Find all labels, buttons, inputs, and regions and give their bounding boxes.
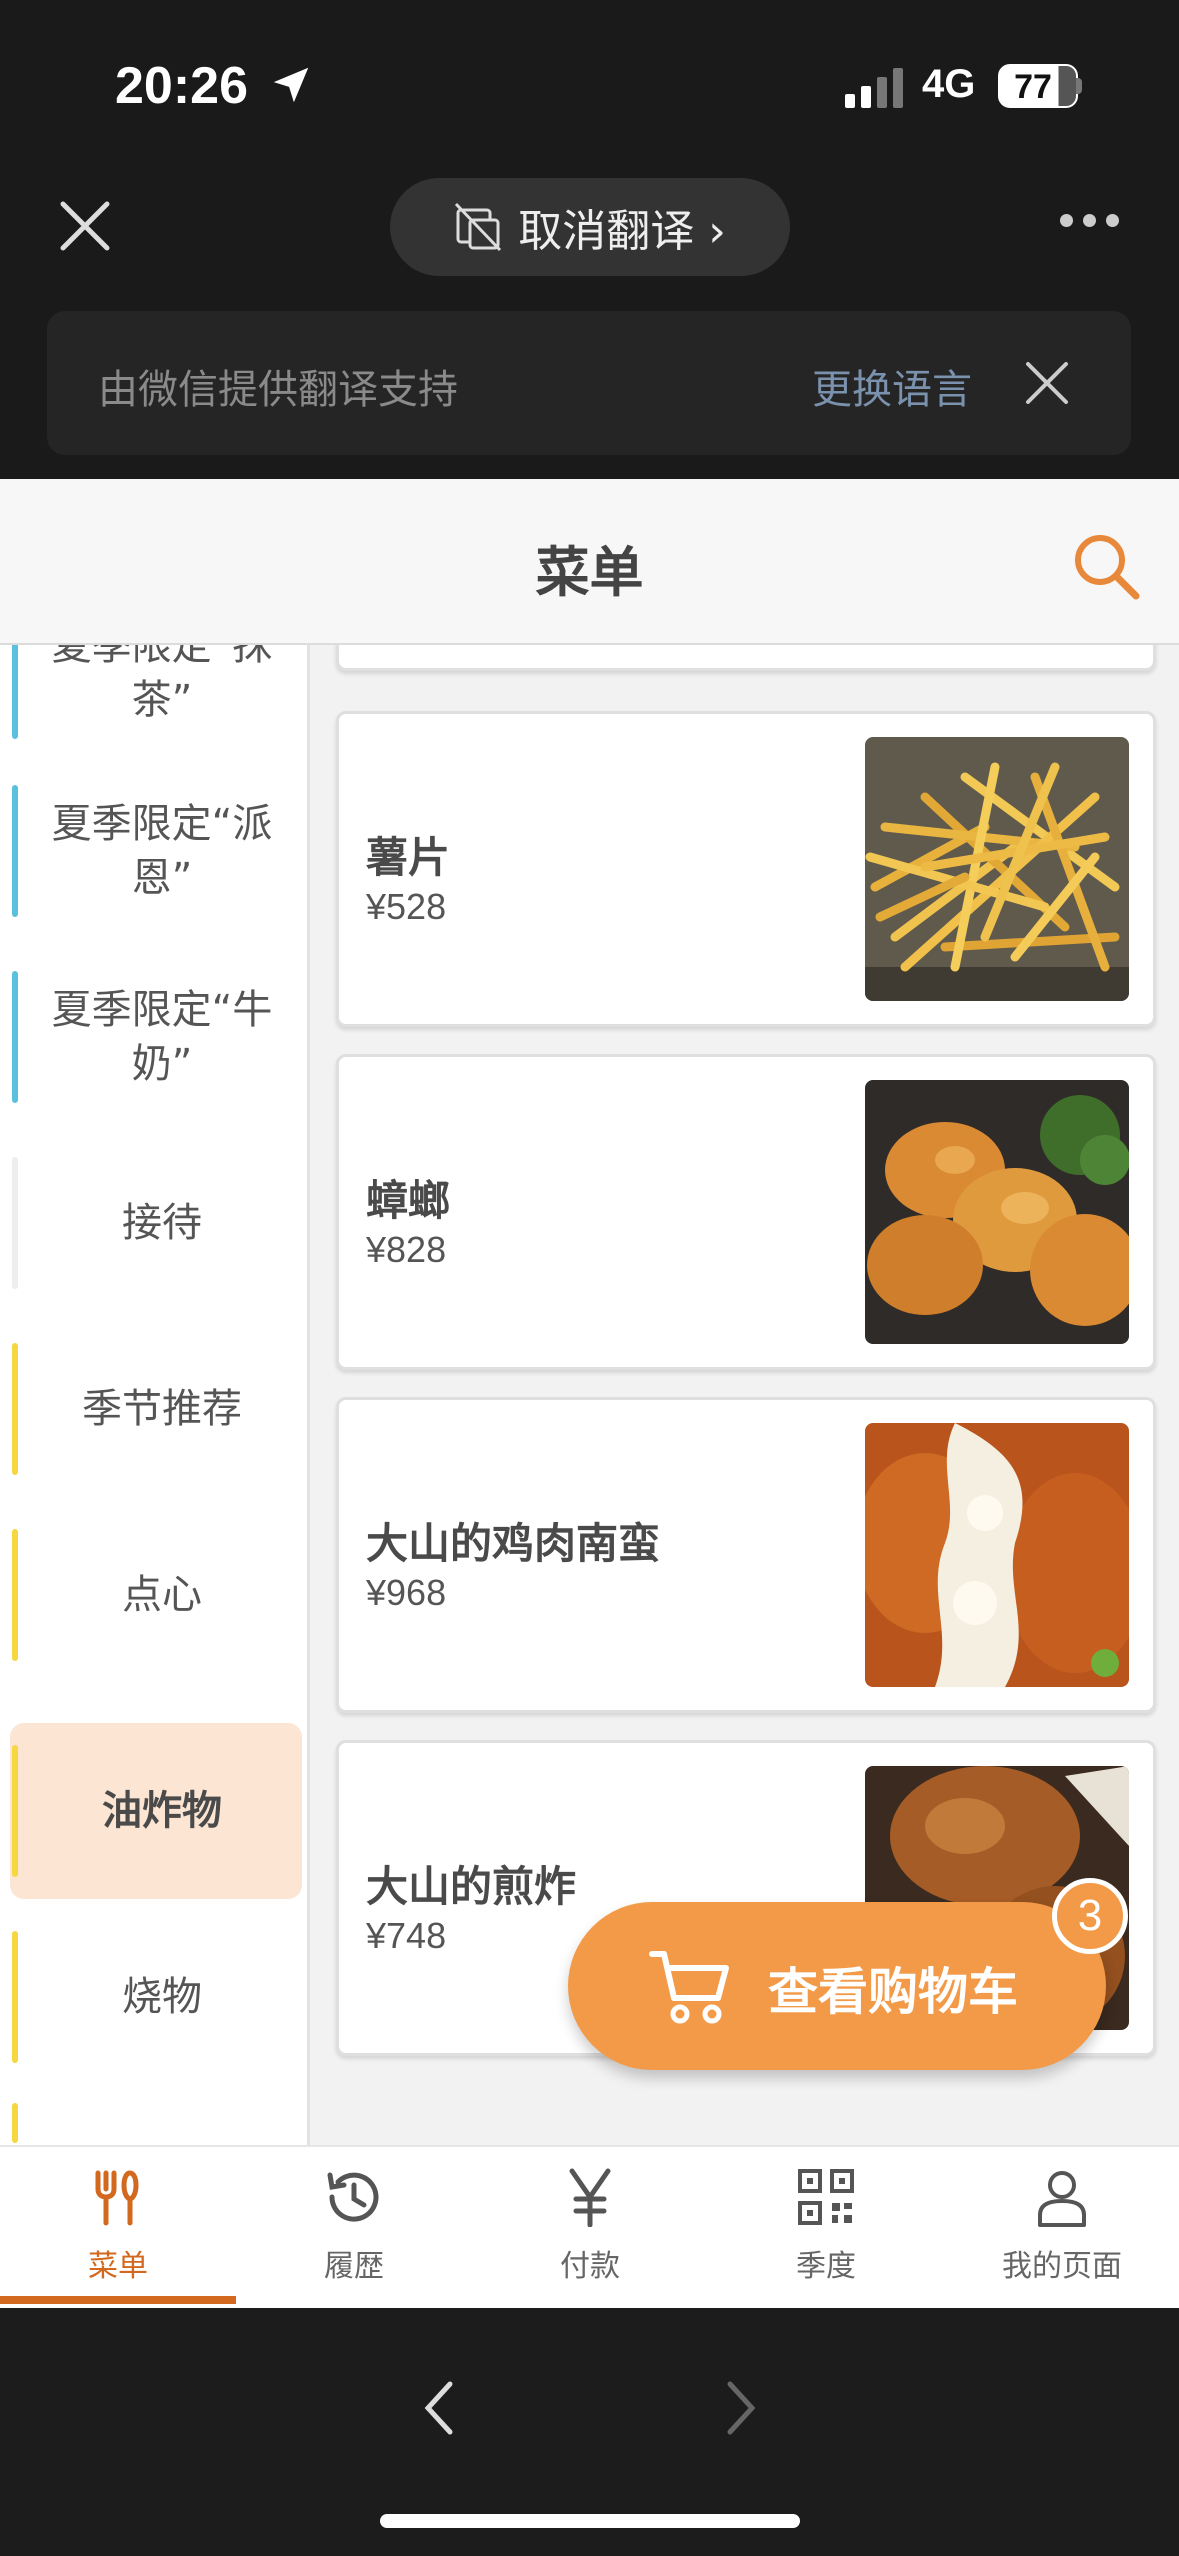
fries-image [865, 737, 1129, 1001]
menu-item-card[interactable]: 蟑螂 ¥828 [336, 1054, 1156, 1370]
category-item[interactable]: 夏季限定“派恩” [10, 763, 302, 939]
item-price: ¥968 [366, 1572, 447, 1613]
item-price: ¥528 [366, 886, 447, 927]
tab-menu[interactable]: 菜单 [0, 2147, 236, 2310]
close-banner-icon[interactable] [1022, 358, 1072, 408]
item-name: 薯片 [366, 833, 451, 882]
category-item[interactable]: 夏季限定“抹茶” [10, 645, 302, 761]
bottom-tab-bar: 菜单 履歴 付款 季度 我的页面 [0, 2145, 1179, 2308]
cancel-translation-label: 取消翻译 › [518, 206, 726, 257]
cancel-translation-button[interactable]: 取消翻译 › [390, 178, 790, 276]
menu-item-card[interactable]: 薯片 ¥528 [336, 711, 1156, 1027]
close-icon[interactable] [55, 196, 115, 256]
view-cart-label: 查看购物车 [768, 1963, 1018, 2021]
category-item[interactable]: 接待 [10, 1135, 302, 1311]
status-time: 20:26 [115, 57, 248, 115]
cart-count-badge: 3 [1052, 1878, 1128, 1954]
home-indicator [380, 2514, 800, 2528]
person-icon [1038, 2171, 1086, 2227]
item-price: ¥828 [366, 1229, 447, 1270]
croquette-image [865, 1080, 1129, 1344]
item-name: 蟑螂 [366, 1176, 451, 1225]
category-item[interactable]: 季节推荐 [10, 1321, 302, 1497]
tab-my-page[interactable]: 我的页面 [944, 2147, 1179, 2310]
tab-label: 我的页面 [1002, 2249, 1122, 2284]
menu-item-card[interactable]: 大山的鸡肉南蛮 ¥968 [336, 1397, 1156, 1713]
network-type: 4G [922, 62, 976, 106]
menu-item-card[interactable] [336, 645, 1156, 671]
tab-label: 履歴 [324, 2249, 384, 2284]
item-price: ¥748 [366, 1915, 447, 1956]
yen-icon [569, 2168, 611, 2227]
chicken-nanban-image [865, 1423, 1129, 1687]
fork-knife-icon [95, 2170, 139, 2226]
view-cart-button[interactable]: 查看购物车 [568, 1902, 1106, 2070]
category-sidebar[interactable]: 夏季限定“抹茶” 夏季限定“派恩” 夏季限定“牛奶” 接待 季节推荐 点心 油炸… [0, 645, 310, 2145]
history-icon [327, 2172, 379, 2222]
change-language-link[interactable]: 更换语言 [812, 357, 972, 415]
tab-label: 付款 [560, 2249, 620, 2284]
forward-icon[interactable] [720, 2378, 760, 2438]
location-arrow-icon [273, 67, 309, 103]
category-item[interactable]: 夏季限定“牛奶” [10, 949, 302, 1125]
translation-provider-text: 由微信提供翻译支持 [98, 367, 458, 413]
back-icon[interactable] [420, 2378, 460, 2438]
tab-history[interactable]: 履歴 [236, 2147, 472, 2310]
active-tab-indicator [0, 2296, 236, 2304]
category-item[interactable]: 点心 [10, 1507, 302, 1683]
category-item-active[interactable]: 油炸物 [10, 1723, 302, 1899]
tab-season[interactable]: 季度 [708, 2147, 944, 2310]
battery-percent: 77 [1014, 68, 1052, 106]
tab-payment[interactable]: 付款 [472, 2147, 708, 2310]
page-title: 菜单 [535, 541, 644, 604]
translate-off-icon [455, 202, 502, 252]
cart-icon [649, 1951, 729, 2024]
category-item[interactable]: 烧物 [10, 1909, 302, 2085]
tab-label: 季度 [796, 2249, 856, 2284]
qr-code-icon [798, 2169, 854, 2225]
item-name: 大山的煎炸 [366, 1862, 577, 1911]
more-options-icon[interactable] [1060, 214, 1119, 227]
search-icon[interactable] [1070, 530, 1142, 602]
tab-label: 菜单 [88, 2249, 148, 2284]
signal-icon [845, 68, 903, 108]
item-name: 大山的鸡肉南蛮 [366, 1519, 661, 1568]
